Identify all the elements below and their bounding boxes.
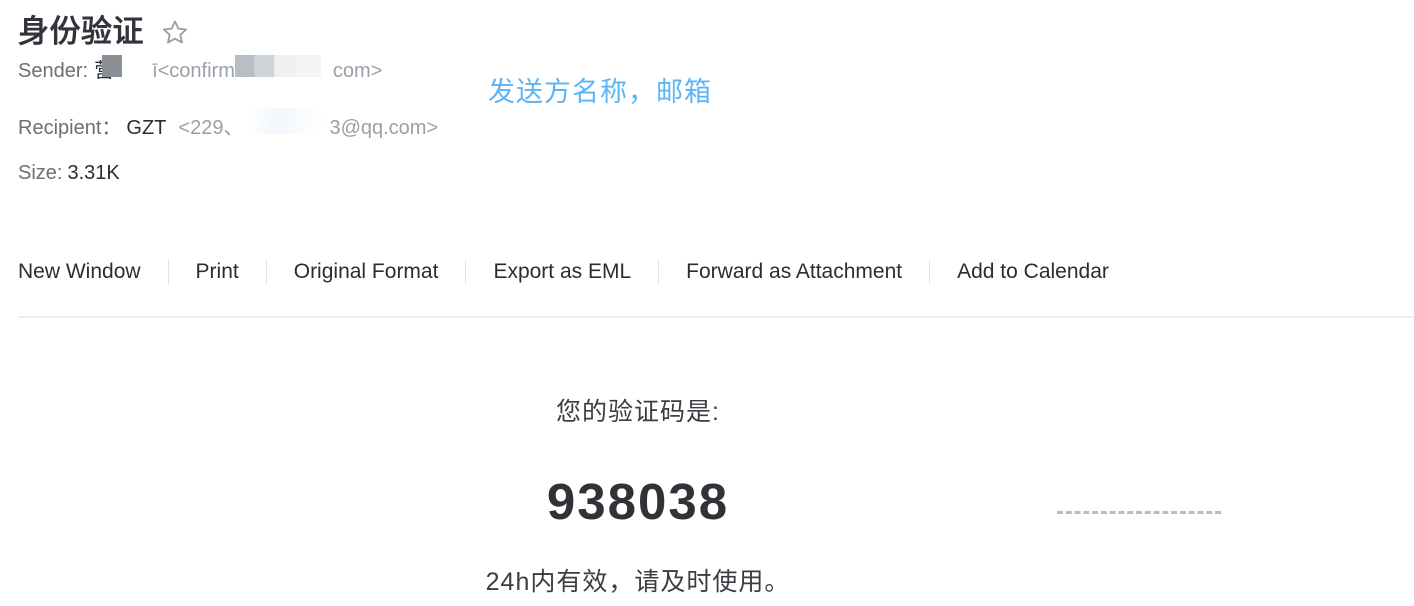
toolbar-separator — [167, 260, 169, 284]
mail-header: 身份验证 Sender: 营 ī <confirm com> Recipient… — [18, 10, 1398, 216]
mail-body: 您的验证码是: 938038 24h内有效，请及时使用。 — [0, 330, 1414, 606]
recipient-address-suffix: 3@qq.com> — [329, 117, 439, 139]
toolbar-item-add-to-calendar[interactable]: Add to Calendar — [957, 252, 1109, 292]
sender-address-redaction — [234, 55, 321, 77]
size-row: Size: 3.31K — [18, 162, 1398, 216]
toolbar-item-print[interactable]: Print — [196, 252, 239, 292]
subject-row: 身份验证 — [18, 10, 1398, 54]
size-label: Size: — [18, 162, 63, 184]
toolbar-item-new-window[interactable]: New Window — [18, 252, 141, 292]
verification-code-intro: 您的验证码是: — [556, 398, 720, 426]
toolbar-separator — [265, 260, 267, 284]
toolbar-separator — [658, 260, 660, 284]
page-title: 身份验证 — [18, 14, 144, 49]
recipient-address-prefix: <229、 — [178, 117, 244, 139]
toolbar-item-export-as-eml[interactable]: Export as EML — [493, 252, 631, 292]
toolbar-item-original-format[interactable]: Original Format — [294, 252, 439, 292]
verification-code-note: 24h内有效，请及时使用。 — [485, 568, 791, 596]
toolbar-item-forward-as-attachment[interactable]: Forward as Attachment — [686, 252, 902, 292]
toolbar-separator — [929, 260, 931, 284]
verification-code-value: 938038 — [546, 473, 730, 530]
verification-code-underline — [1057, 511, 1221, 514]
star-outline-icon[interactable] — [160, 17, 190, 47]
sender-label: Sender: — [18, 60, 89, 82]
recipient-label: Recipient： — [18, 117, 122, 139]
sender-address-suffix: com> — [332, 60, 383, 82]
recipient-address-redaction — [249, 108, 324, 134]
mail-reading-pane: 身份验证 Sender: 营 ī <confirm com> Recipient… — [0, 0, 1414, 606]
sender-address-prefix: <confirm — [157, 60, 235, 82]
recipient-row: Recipient： GZT <229、 3@qq.com> — [18, 108, 1398, 162]
sender-name-redaction — [102, 55, 123, 77]
mail-actions-toolbar: New Window Print Original Format Export … — [18, 252, 1109, 292]
header-divider — [18, 316, 1414, 318]
annotation-sender-callout: 发送方名称，邮箱 — [488, 77, 712, 107]
recipient-name: GZT — [126, 117, 167, 139]
size-value: 3.31K — [67, 162, 120, 184]
toolbar-separator — [465, 260, 467, 284]
